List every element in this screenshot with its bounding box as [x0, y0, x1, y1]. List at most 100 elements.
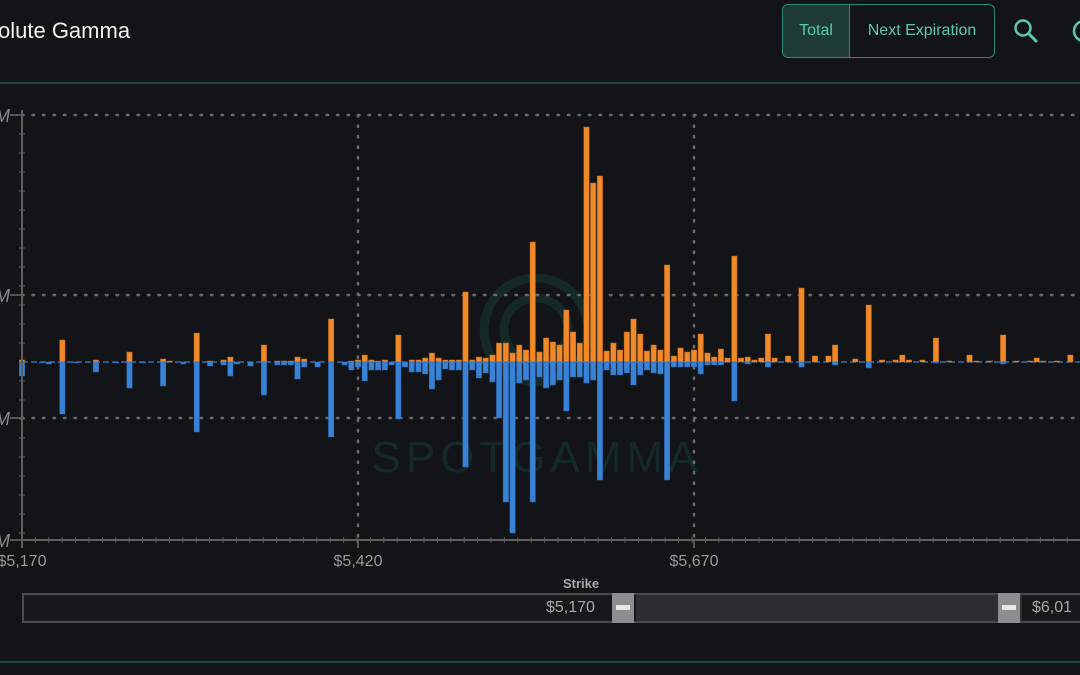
- call-gamma-bar[interactable]: [590, 182, 597, 363]
- put-gamma-bar[interactable]: [502, 361, 509, 503]
- call-gamma-bar[interactable]: [523, 349, 529, 363]
- call-gamma-bar[interactable]: [220, 359, 227, 363]
- put-gamma-bar[interactable]: [711, 361, 718, 366]
- put-gamma-bar[interactable]: [207, 361, 214, 367]
- call-gamma-bar[interactable]: [563, 309, 570, 363]
- call-gamma-bar[interactable]: [428, 352, 435, 363]
- call-gamma-bar[interactable]: [355, 359, 361, 363]
- call-gamma-bar[interactable]: [932, 337, 939, 363]
- call-gamma-bar[interactable]: [422, 357, 429, 363]
- call-gamma-bar[interactable]: [516, 344, 523, 363]
- put-gamma-bar[interactable]: [368, 361, 375, 371]
- call-gamma-bar[interactable]: [731, 255, 738, 363]
- put-gamma-bar[interactable]: [650, 361, 657, 374]
- put-gamma-bar[interactable]: [234, 361, 240, 365]
- put-gamma-bar[interactable]: [563, 361, 570, 412]
- call-gamma-bar[interactable]: [617, 349, 624, 363]
- put-gamma-bar[interactable]: [227, 361, 234, 377]
- put-gamma-bar[interactable]: [281, 361, 288, 366]
- put-gamma-bar[interactable]: [496, 361, 503, 419]
- put-gamma-bar[interactable]: [462, 361, 469, 468]
- put-gamma-bar[interactable]: [509, 361, 516, 534]
- put-gamma-bar[interactable]: [455, 361, 462, 371]
- call-gamma-bar[interactable]: [899, 354, 906, 363]
- put-gamma-bar[interactable]: [596, 361, 603, 481]
- put-gamma-bar[interactable]: [657, 361, 664, 375]
- put-gamma-bar[interactable]: [140, 361, 146, 364]
- put-gamma-bar[interactable]: [583, 361, 590, 384]
- call-gamma-bar[interactable]: [556, 344, 563, 363]
- put-gamma-bar[interactable]: [637, 361, 644, 376]
- call-gamma-bar[interactable]: [543, 337, 550, 363]
- call-gamma-bar[interactable]: [570, 331, 576, 363]
- put-gamma-bar[interactable]: [476, 361, 482, 379]
- call-gamma-bar[interactable]: [879, 359, 886, 363]
- put-gamma-bar[interactable]: [422, 361, 429, 375]
- call-gamma-bar[interactable]: [482, 357, 489, 363]
- call-gamma-bar[interactable]: [489, 354, 496, 363]
- call-gamma-bar[interactable]: [603, 350, 610, 363]
- call-gamma-bar[interactable]: [798, 287, 805, 363]
- call-gamma-bar[interactable]: [717, 348, 724, 363]
- put-gamma-bar[interactable]: [449, 361, 456, 371]
- put-gamma-bar[interactable]: [617, 361, 624, 376]
- call-gamma-bar[interactable]: [160, 358, 167, 363]
- call-gamma-bar[interactable]: [657, 349, 664, 363]
- call-gamma-bar[interactable]: [892, 359, 899, 363]
- put-gamma-bar[interactable]: [623, 361, 630, 374]
- call-gamma-bar[interactable]: [193, 332, 200, 363]
- put-gamma-bar[interactable]: [469, 361, 476, 371]
- call-gamma-bar[interactable]: [630, 318, 637, 363]
- put-gamma-bar[interactable]: [341, 361, 348, 366]
- put-gamma-bar[interactable]: [1000, 361, 1007, 365]
- put-gamma-bar[interactable]: [314, 361, 321, 368]
- call-gamma-bar[interactable]: [328, 318, 335, 363]
- call-gamma-bar[interactable]: [825, 355, 832, 363]
- call-gamma-bar[interactable]: [166, 360, 173, 363]
- put-gamma-bar[interactable]: [664, 361, 671, 481]
- put-gamma-bar[interactable]: [415, 361, 422, 373]
- put-gamma-bar[interactable]: [630, 361, 637, 386]
- call-gamma-bar[interactable]: [395, 334, 402, 363]
- call-gamma-bar[interactable]: [973, 360, 980, 363]
- call-gamma-bar[interactable]: [966, 354, 973, 363]
- put-gamma-bar[interactable]: [274, 361, 281, 366]
- call-gamma-bar[interactable]: [368, 359, 375, 363]
- call-gamma-bar[interactable]: [812, 355, 818, 363]
- put-gamma-bar[interactable]: [92, 361, 99, 373]
- put-gamma-bar[interactable]: [482, 361, 489, 374]
- put-gamma-bar[interactable]: [72, 361, 79, 364]
- put-gamma-bar[interactable]: [294, 361, 301, 380]
- put-gamma-bar[interactable]: [764, 361, 771, 368]
- call-gamma-bar[interactable]: [865, 304, 872, 363]
- call-gamma-bar[interactable]: [1067, 354, 1074, 363]
- call-gamma-bar[interactable]: [610, 342, 617, 363]
- call-gamma-bar[interactable]: [126, 351, 133, 363]
- call-gamma-bar[interactable]: [771, 357, 778, 363]
- call-gamma-bar[interactable]: [408, 359, 415, 363]
- put-gamma-bar[interactable]: [697, 361, 704, 375]
- call-gamma-bar[interactable]: [294, 356, 301, 363]
- put-gamma-bar[interactable]: [570, 361, 576, 378]
- call-gamma-bar[interactable]: [751, 359, 758, 363]
- call-gamma-bar[interactable]: [697, 333, 704, 363]
- call-gamma-bar[interactable]: [415, 359, 422, 363]
- call-gamma-bar[interactable]: [919, 359, 926, 363]
- call-gamma-bar[interactable]: [1053, 360, 1060, 363]
- put-gamma-bar[interactable]: [428, 361, 435, 390]
- put-gamma-bar[interactable]: [684, 361, 691, 368]
- put-gamma-bar[interactable]: [516, 361, 523, 384]
- put-gamma-bar[interactable]: [59, 361, 66, 415]
- put-gamma-bar[interactable]: [691, 361, 697, 368]
- call-gamma-bar[interactable]: [1033, 357, 1040, 363]
- put-gamma-bar[interactable]: [590, 361, 597, 381]
- call-gamma-bar[interactable]: [59, 339, 66, 363]
- call-gamma-bar[interactable]: [260, 344, 267, 363]
- call-gamma-bar[interactable]: [637, 333, 644, 363]
- call-gamma-bar[interactable]: [1040, 360, 1047, 363]
- call-gamma-bar[interactable]: [1013, 360, 1020, 363]
- put-gamma-bar[interactable]: [355, 361, 361, 368]
- put-gamma-bar[interactable]: [180, 361, 187, 365]
- call-gamma-bar[interactable]: [381, 359, 388, 363]
- put-gamma-bar[interactable]: [670, 361, 677, 368]
